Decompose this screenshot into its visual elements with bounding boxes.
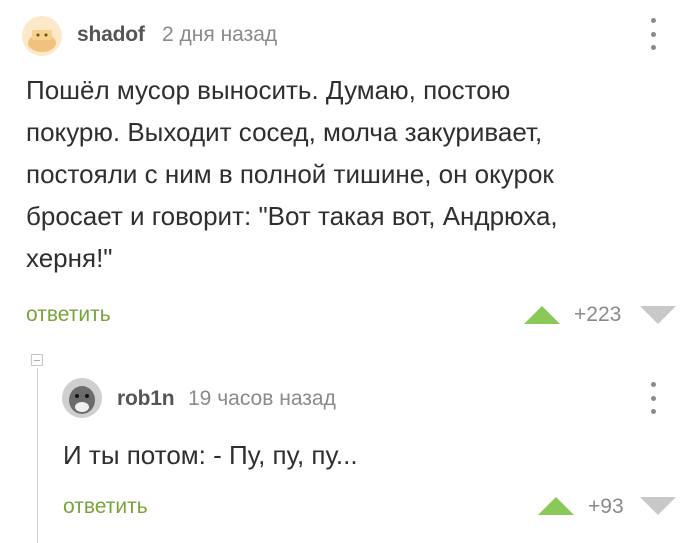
comment-text-line: херня!" [26, 243, 113, 273]
comment-text-line: Пошёл мусор выносить. Думаю, постою [26, 75, 511, 105]
comment-text-line: покурю. Выходит сосед, молча закуривает, [26, 117, 543, 147]
comment-text-line: постояли с ним в полной тишине, он окуро… [26, 159, 554, 189]
reply-button[interactable]: ответить [63, 495, 148, 519]
downvote-arrow-icon[interactable] [640, 306, 676, 324]
comment-timestamp: 19 часов назад [188, 387, 336, 410]
kebab-menu-icon[interactable] [648, 382, 658, 414]
comment-score: +223 [574, 303, 622, 326]
kebab-menu-icon[interactable] [648, 18, 658, 50]
collapse-thread-icon[interactable] [31, 354, 43, 366]
upvote-arrow-icon[interactable] [538, 497, 574, 515]
thread-line[interactable] [37, 368, 38, 543]
comment-author[interactable]: shadof [77, 23, 145, 47]
comment-author[interactable]: rob1n [117, 387, 175, 411]
comment-score: +93 [588, 495, 624, 518]
reply-button[interactable]: ответить [26, 303, 111, 327]
comment-text: И ты потом: - Пу, пу, пу... [63, 434, 663, 476]
comment-timestamp: 2 дня назад [162, 23, 278, 46]
avatar[interactable] [22, 16, 62, 56]
downvote-arrow-icon[interactable] [640, 497, 676, 515]
comment-text: Пошёл мусор выносить. Думаю, постою поку… [26, 69, 666, 279]
comment-text-line: бросает и говорит: "Вот такая вот, Андрю… [26, 201, 558, 231]
comment-text-line: И ты потом: - Пу, пу, пу... [63, 440, 358, 470]
avatar[interactable] [62, 378, 102, 418]
upvote-arrow-icon[interactable] [524, 306, 560, 324]
